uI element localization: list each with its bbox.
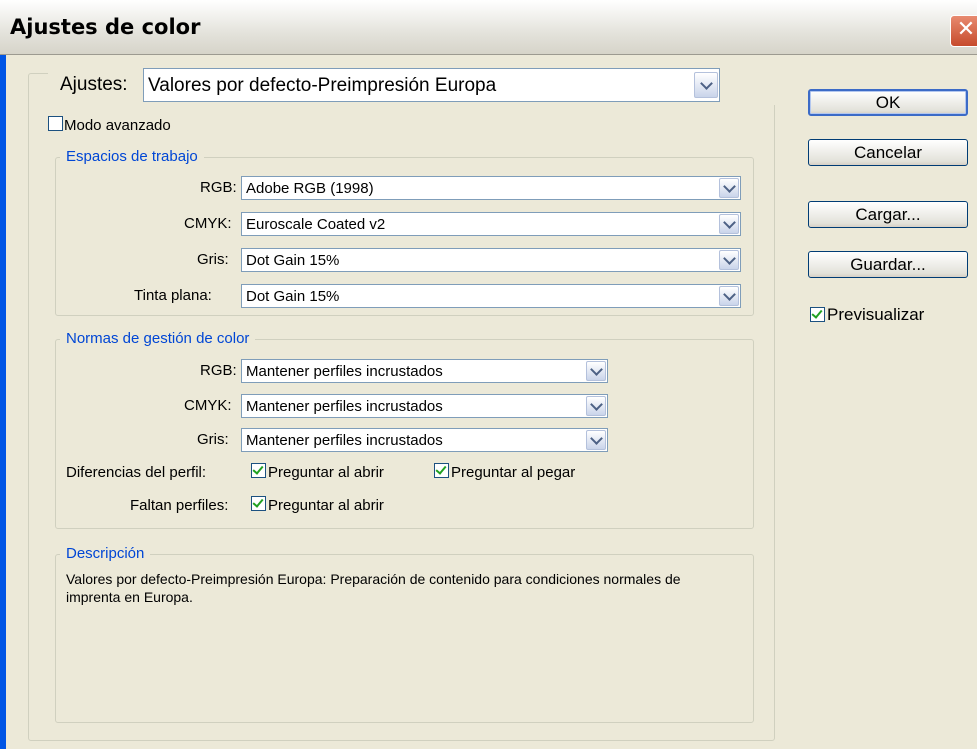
cancel-button[interactable]: Cancelar [808,139,968,166]
ws-cmyk-value: Euroscale Coated v2 [246,216,386,233]
description-legend: Descripción [60,545,151,562]
ws-rgb-value: Adobe RGB (1998) [246,180,374,197]
ws-rgb-label: RGB: [200,179,237,196]
description-text: Valores por defecto-Preimpresión Europa:… [66,571,681,605]
policy-cmyk-dropdown[interactable]: Mantener perfiles incrustados [241,394,608,418]
missing-profiles-label: Faltan perfiles: [130,497,229,514]
chevron-down-icon[interactable] [694,72,718,98]
policy-cmyk-value: Mantener perfiles incrustados [246,398,443,415]
close-icon[interactable]: ✕ [950,15,977,47]
ws-gray-label: Gris: [197,251,229,268]
window-frame [0,55,6,749]
mismatch-ask-open-label: Preguntar al abrir [268,464,384,481]
working-spaces-legend: Espacios de trabajo [60,148,204,165]
advanced-mode-label: Modo avanzado [64,117,171,134]
policy-rgb-value: Mantener perfiles incrustados [246,363,443,380]
ws-spot-dropdown[interactable]: Dot Gain 15% [241,284,741,308]
policies-legend: Normas de gestión de color [60,330,256,347]
settings-dropdown[interactable]: Valores por defecto-Preimpresión Europa [143,68,720,102]
policy-rgb-label: RGB: [200,362,237,379]
title-bar: Ajustes de color ✕ [0,0,977,55]
policy-gray-label: Gris: [197,431,229,448]
ws-spot-label: Tinta plana: [134,287,212,304]
chevron-down-icon[interactable] [586,430,606,450]
advanced-mode-checkbox[interactable] [48,116,63,131]
preview-checkbox[interactable] [810,307,825,322]
settings-value: Valores por defecto-Preimpresión Europa [148,75,497,96]
load-button[interactable]: Cargar... [808,201,968,228]
ws-cmyk-dropdown[interactable]: Euroscale Coated v2 [241,212,741,236]
chevron-down-icon[interactable] [719,214,739,234]
ws-gray-dropdown[interactable]: Dot Gain 15% [241,248,741,272]
policy-rgb-dropdown[interactable]: Mantener perfiles incrustados [241,359,608,383]
policy-cmyk-label: CMYK: [184,397,232,414]
missing-ask-open-checkbox[interactable] [251,496,266,511]
chevron-down-icon[interactable] [719,178,739,198]
save-button[interactable]: Guardar... [808,251,968,278]
policy-gray-value: Mantener perfiles incrustados [246,432,443,449]
ws-gray-value: Dot Gain 15% [246,252,340,269]
ws-rgb-dropdown[interactable]: Adobe RGB (1998) [241,176,741,200]
settings-label: Ajustes: [60,74,128,95]
chevron-down-icon[interactable] [586,396,606,416]
chevron-down-icon[interactable] [719,250,739,270]
mismatch-ask-paste-label: Preguntar al pegar [451,464,576,481]
preview-label: Previsualizar [827,305,925,324]
mismatch-ask-open-checkbox[interactable] [251,463,266,478]
missing-ask-open-label: Preguntar al abrir [268,497,384,514]
ok-button[interactable]: OK [808,89,968,116]
dialog-title: Ajustes de color [10,15,201,39]
ws-cmyk-label: CMYK: [184,215,232,232]
policy-gray-dropdown[interactable]: Mantener perfiles incrustados [241,428,608,452]
ws-spot-value: Dot Gain 15% [246,288,340,305]
mismatch-ask-paste-checkbox[interactable] [434,463,449,478]
chevron-down-icon[interactable] [586,361,606,381]
profile-mismatch-label: Diferencias del perfil: [66,464,207,481]
chevron-down-icon[interactable] [719,286,739,306]
